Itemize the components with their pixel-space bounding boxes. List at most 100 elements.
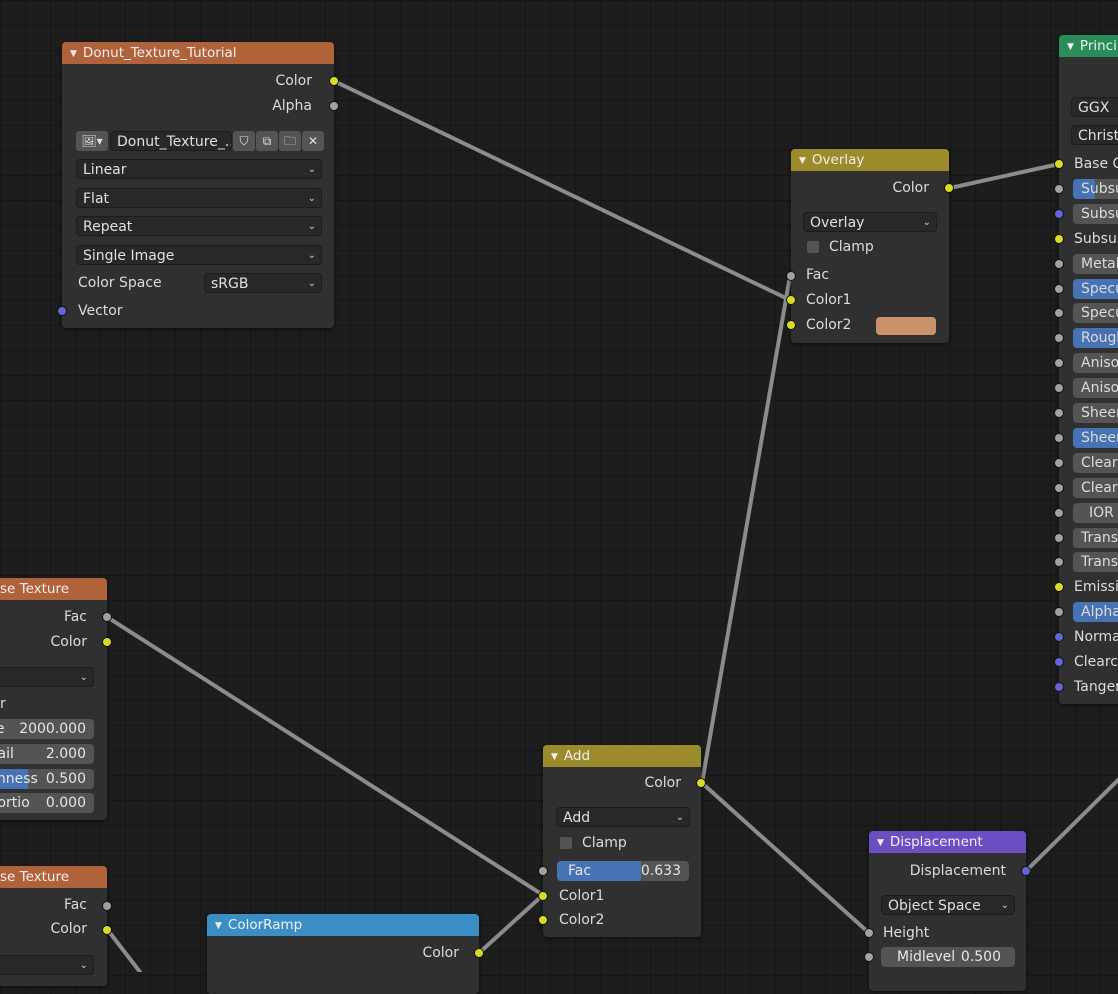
principled-input-socket[interactable] bbox=[1054, 408, 1064, 418]
principled-input-socket[interactable] bbox=[1054, 358, 1064, 368]
input-color1-socket[interactable] bbox=[786, 295, 796, 305]
extension-dropdown[interactable]: Repeat ⌄ bbox=[76, 216, 322, 236]
link-colorramp-to-add-color2[interactable] bbox=[477, 893, 545, 955]
subsurface-method-dropdown[interactable]: Christe bbox=[1071, 125, 1118, 145]
input-height-socket[interactable] bbox=[864, 928, 874, 938]
output-displacement-socket[interactable] bbox=[1021, 866, 1031, 876]
node-header[interactable]: se Texture bbox=[0, 866, 107, 888]
source-dropdown[interactable]: Single Image ⌄ bbox=[76, 245, 322, 265]
fake-user-button[interactable]: ⛉ bbox=[233, 131, 255, 151]
roughness-field[interactable]: ghness 0.500 bbox=[0, 769, 94, 789]
principled-input-row[interactable]: Tangen bbox=[1073, 677, 1118, 697]
principled-input-row[interactable]: Norma bbox=[1073, 627, 1118, 647]
collapse-triangle-icon[interactable]: ▼ bbox=[877, 832, 884, 853]
noise-texture-node-1[interactable]: se Texture Fac Color ⌄ r le 2000.000 tail… bbox=[0, 578, 112, 820]
node-header[interactable]: ▼ Donut_Texture_Tutorial bbox=[62, 42, 334, 64]
principled-bsdf-node[interactable]: ▼ Princi GGX Christe Base C Subsu Subsur Sub… bbox=[1054, 35, 1118, 704]
input-fac-socket[interactable] bbox=[786, 271, 796, 281]
collapse-triangle-icon[interactable]: ▼ bbox=[551, 746, 558, 767]
principled-input-socket[interactable] bbox=[1054, 184, 1064, 194]
node-header[interactable]: ▼ Displacement bbox=[869, 831, 1026, 853]
principled-input-row[interactable]: Specu bbox=[1073, 303, 1118, 323]
fac-field[interactable]: Fac 0.633 bbox=[557, 861, 689, 881]
output-color-socket[interactable] bbox=[102, 925, 112, 935]
node-header[interactable]: ▼ ColorRamp bbox=[207, 914, 479, 936]
link-add-color-to-overlay-color1[interactable] bbox=[700, 274, 792, 785]
open-file-button[interactable]: 🗀 bbox=[279, 131, 301, 151]
principled-input-row[interactable]: Sheer bbox=[1073, 428, 1118, 448]
principled-input-row[interactable]: Base C bbox=[1073, 154, 1118, 174]
input-color1-socket[interactable] bbox=[538, 891, 548, 901]
principled-input-socket[interactable] bbox=[1054, 433, 1064, 443]
node-header[interactable]: ▼ Add bbox=[543, 745, 701, 767]
principled-input-row[interactable]: Subsu bbox=[1073, 179, 1118, 199]
link-noise2-color-out[interactable] bbox=[105, 927, 142, 972]
output-alpha-socket[interactable] bbox=[329, 101, 339, 111]
collapse-triangle-icon[interactable]: ▼ bbox=[799, 150, 806, 171]
principled-input-socket[interactable] bbox=[1054, 159, 1064, 169]
principled-input-socket[interactable] bbox=[1054, 557, 1064, 567]
principled-input-socket[interactable] bbox=[1054, 582, 1064, 592]
overlay-mix-node[interactable]: ▼ Overlay Color Overlay ⌄ Clamp Fac Color1… bbox=[786, 149, 954, 343]
noise-texture-node-2[interactable]: se Texture Fac Color ⌄ bbox=[0, 866, 112, 986]
node-header[interactable]: ▼ Overlay bbox=[791, 149, 949, 171]
distortion-field[interactable]: tortio 0.000 bbox=[0, 793, 94, 813]
dimensions-dropdown[interactable]: ⌄ bbox=[0, 667, 94, 687]
principled-input-socket[interactable] bbox=[1054, 483, 1064, 493]
output-color-socket[interactable] bbox=[102, 637, 112, 647]
input-fac-socket[interactable] bbox=[538, 866, 548, 876]
displacement-node[interactable]: ▼ Displacement Displacement Object Space ⌄… bbox=[864, 831, 1031, 991]
dimensions-dropdown[interactable]: ⌄ bbox=[0, 955, 94, 975]
link-image-color-to-overlay-fac[interactable] bbox=[332, 79, 792, 302]
colorramp-node[interactable]: ▼ ColorRamp Color bbox=[207, 914, 484, 994]
unlink-button[interactable]: ✕ bbox=[302, 131, 324, 151]
output-color-socket[interactable] bbox=[329, 76, 339, 86]
principled-input-row[interactable]: Subsur bbox=[1073, 229, 1118, 249]
collapse-triangle-icon[interactable]: ▼ bbox=[215, 915, 222, 936]
principled-input-row[interactable]: Sheer bbox=[1073, 403, 1118, 423]
detail-field[interactable]: tail 2.000 bbox=[0, 744, 94, 764]
input-color2-socket[interactable] bbox=[786, 320, 796, 330]
link-noise-fac-to-add-color1[interactable] bbox=[105, 615, 545, 897]
output-color-socket[interactable] bbox=[474, 948, 484, 958]
node-header[interactable]: ▼ Princi bbox=[1059, 35, 1118, 57]
principled-input-socket[interactable] bbox=[1054, 657, 1064, 667]
principled-input-row[interactable]: Rough bbox=[1073, 328, 1118, 348]
principled-input-socket[interactable] bbox=[1054, 308, 1064, 318]
principled-input-row[interactable]: Specu bbox=[1073, 279, 1118, 299]
principled-input-row[interactable]: Clearc bbox=[1073, 478, 1118, 498]
color-space-dropdown[interactable]: sRGB ⌄ bbox=[204, 273, 322, 293]
principled-input-row[interactable]: Clearc bbox=[1073, 453, 1118, 473]
add-mix-node[interactable]: ▼ Add Color Add ⌄ Clamp Fac 0.633 Color1 Co… bbox=[538, 745, 706, 937]
principled-input-socket[interactable] bbox=[1054, 284, 1064, 294]
principled-input-row[interactable]: Aniso bbox=[1073, 378, 1118, 398]
duplicate-button[interactable]: ⧉ bbox=[256, 131, 278, 151]
principled-input-row[interactable]: Subsur bbox=[1073, 204, 1118, 224]
clamp-checkbox[interactable] bbox=[560, 837, 572, 849]
principled-input-socket[interactable] bbox=[1054, 383, 1064, 393]
link-displacement-to-output[interactable] bbox=[1025, 778, 1118, 872]
color2-swatch[interactable] bbox=[876, 317, 936, 335]
output-color-socket[interactable] bbox=[944, 183, 954, 193]
input-midlevel-socket[interactable] bbox=[864, 952, 874, 962]
principled-input-row[interactable]: IOR bbox=[1073, 503, 1118, 523]
space-dropdown[interactable]: Object Space ⌄ bbox=[881, 895, 1015, 915]
principled-input-row[interactable]: Aniso bbox=[1073, 353, 1118, 373]
principled-input-row[interactable]: Transr bbox=[1073, 528, 1118, 548]
principled-input-row[interactable]: Emissic bbox=[1073, 577, 1118, 597]
principled-input-row[interactable]: Transr bbox=[1073, 552, 1118, 572]
principled-input-row[interactable]: Alpha bbox=[1073, 602, 1118, 622]
interpolation-dropdown[interactable]: Linear ⌄ bbox=[76, 159, 322, 179]
collapse-triangle-icon[interactable]: ▼ bbox=[70, 43, 77, 64]
principled-input-socket[interactable] bbox=[1054, 234, 1064, 244]
blend-mode-dropdown[interactable]: Add ⌄ bbox=[556, 807, 690, 827]
input-vector-socket[interactable] bbox=[57, 306, 67, 316]
input-color2-socket[interactable] bbox=[538, 915, 548, 925]
principled-input-socket[interactable] bbox=[1054, 259, 1064, 269]
principled-input-row[interactable]: Metal bbox=[1073, 254, 1118, 274]
output-color-socket[interactable] bbox=[696, 778, 706, 788]
output-fac-socket[interactable] bbox=[102, 612, 112, 622]
image-name-field[interactable]: Donut_Texture_... bbox=[110, 131, 232, 151]
node-header[interactable]: se Texture bbox=[0, 578, 107, 600]
output-fac-socket[interactable] bbox=[102, 901, 112, 911]
